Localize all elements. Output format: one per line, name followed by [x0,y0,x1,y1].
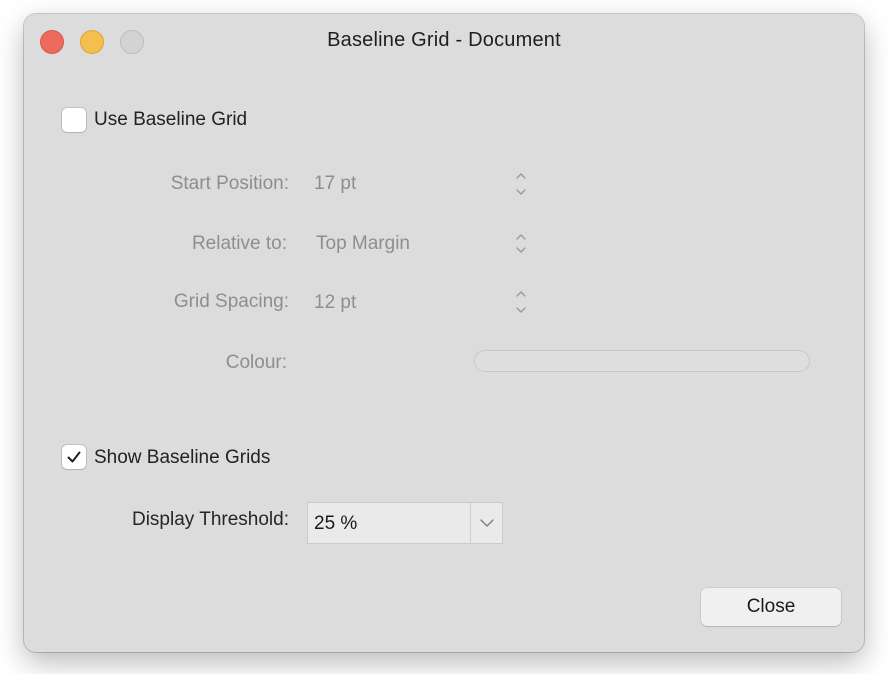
display-threshold-combobox[interactable]: 25 % [308,503,502,543]
grid-spacing-label: Grid Spacing: [173,291,289,312]
relative-to-label: Relative to: [191,233,287,254]
relative-to-popup-arrows-icon[interactable] [514,229,528,259]
show-baseline-grids-checkbox[interactable] [62,445,86,469]
grid-spacing-value[interactable]: 12 pt [314,292,356,314]
use-baseline-grid-checkbox[interactable] [62,108,86,132]
relative-to-value[interactable]: Top Margin [316,233,410,255]
use-baseline-grid-label[interactable]: Use Baseline Grid [94,109,247,131]
display-threshold-value[interactable]: 25 % [314,513,357,535]
title-bar[interactable]: Baseline Grid - Document [24,14,864,70]
checkmark-icon [67,451,81,463]
baseline-grid-window: Baseline Grid - Document Use Baseline Gr… [24,14,864,652]
start-position-stepper-icon[interactable] [514,169,528,199]
chevron-down-icon [480,519,494,527]
colour-label: Colour: [225,352,287,373]
display-threshold-dropdown-button[interactable] [471,503,502,543]
start-position-value[interactable]: 17 pt [314,173,356,195]
grid-spacing-stepper-icon[interactable] [514,287,528,317]
window-title: Baseline Grid - Document [327,29,561,51]
display-threshold-label: Display Threshold: [131,509,289,530]
colour-well[interactable] [474,350,810,372]
show-baseline-grids-label[interactable]: Show Baseline Grids [94,447,270,469]
close-button[interactable]: Close [701,588,841,626]
start-position-label: Start Position: [170,173,289,194]
